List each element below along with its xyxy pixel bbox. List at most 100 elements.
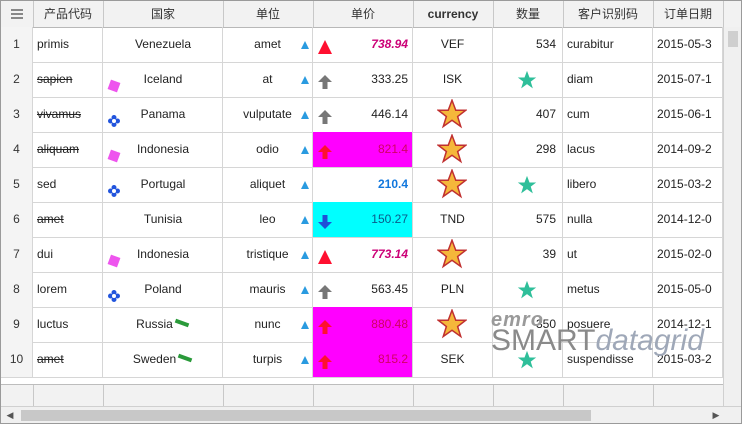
country-cell[interactable]: Sweden bbox=[103, 342, 223, 377]
order-date-cell[interactable]: 2014-12-0 bbox=[653, 202, 723, 237]
unit-price-cell[interactable]: 773.14 bbox=[313, 237, 413, 272]
order-date-cell[interactable]: 2015-02-0 bbox=[653, 237, 723, 272]
country-cell[interactable]: Russia bbox=[103, 307, 223, 342]
unit-cell[interactable]: leo bbox=[223, 202, 313, 237]
product-code-cell[interactable]: luctus bbox=[33, 307, 103, 342]
country-cell[interactable]: Tunisia bbox=[103, 202, 223, 237]
table-row[interactable]: 4 aliquam Indonesia odio 821.4 298 lacus 2014-0… bbox=[1, 132, 741, 168]
unit-cell[interactable]: aliquet bbox=[223, 167, 313, 202]
customer-id-cell[interactable]: suspendisse bbox=[563, 342, 653, 377]
order-date-cell[interactable]: 2015-05-3 bbox=[653, 27, 723, 62]
table-row[interactable]: 9 luctus Russia nunc 880.48 350 posuere 2014-12… bbox=[1, 307, 741, 343]
unit-price-cell[interactable]: 815.2 bbox=[313, 342, 413, 377]
unit-cell[interactable]: nunc bbox=[223, 307, 313, 342]
column-header-customer-id[interactable]: 客户识别码 bbox=[563, 1, 654, 27]
unit-price-cell[interactable]: 880.48 bbox=[313, 307, 413, 342]
country-cell[interactable]: Indonesia bbox=[103, 132, 223, 167]
currency-cell[interactable]: VEF bbox=[413, 27, 493, 62]
order-date-cell[interactable]: 2015-03-2 bbox=[653, 167, 723, 202]
unit-price-cell[interactable]: 821.4 bbox=[313, 132, 413, 167]
quantity-cell[interactable]: 39 bbox=[493, 237, 563, 272]
unit-cell[interactable]: mauris bbox=[223, 272, 313, 307]
unit-price-cell[interactable]: 446.14 bbox=[313, 97, 413, 132]
scroll-right-arrow-icon[interactable]: ▶ bbox=[711, 410, 721, 420]
column-header-unit[interactable]: 单位 bbox=[223, 1, 314, 27]
order-date-cell[interactable]: 2014-12-1 bbox=[653, 307, 723, 342]
unit-cell[interactable]: vulputate bbox=[223, 97, 313, 132]
currency-cell[interactable]: SEK bbox=[413, 342, 493, 377]
column-header-unit-price[interactable]: 单价 bbox=[313, 1, 414, 27]
quantity-cell[interactable] bbox=[493, 272, 563, 307]
quantity-cell[interactable]: 350 bbox=[493, 307, 563, 342]
vertical-scroll-thumb[interactable] bbox=[728, 31, 738, 47]
product-code-cell[interactable]: amet bbox=[33, 202, 103, 237]
quantity-cell[interactable]: 407 bbox=[493, 97, 563, 132]
currency-cell[interactable] bbox=[413, 237, 493, 272]
product-code-cell[interactable]: amet bbox=[33, 342, 103, 377]
unit-cell[interactable]: tristique bbox=[223, 237, 313, 272]
quantity-cell[interactable] bbox=[493, 167, 563, 202]
currency-cell[interactable] bbox=[413, 132, 493, 167]
customer-id-cell[interactable]: metus bbox=[563, 272, 653, 307]
order-date-cell[interactable]: 2015-05-0 bbox=[653, 272, 723, 307]
table-row[interactable]: 10 amet Sweden turpis 815.2 SEK suspendisse 201… bbox=[1, 342, 741, 378]
country-cell[interactable]: Indonesia bbox=[103, 237, 223, 272]
currency-cell[interactable]: PLN bbox=[413, 272, 493, 307]
customer-id-cell[interactable]: libero bbox=[563, 167, 653, 202]
vertical-scrollbar[interactable] bbox=[723, 27, 741, 407]
customer-id-cell[interactable]: curabitur bbox=[563, 27, 653, 62]
product-code-cell[interactable]: sapien bbox=[33, 62, 103, 97]
column-header-currency[interactable]: currency bbox=[413, 1, 494, 27]
menu-icon[interactable] bbox=[11, 9, 23, 19]
quantity-cell[interactable] bbox=[493, 62, 563, 97]
unit-cell[interactable]: odio bbox=[223, 132, 313, 167]
table-row[interactable]: 1 primis Venezuela amet 738.94 VEF 534 curabitu… bbox=[1, 27, 741, 63]
customer-id-cell[interactable]: cum bbox=[563, 97, 653, 132]
quantity-cell[interactable]: 575 bbox=[493, 202, 563, 237]
unit-cell[interactable]: at bbox=[223, 62, 313, 97]
product-code-cell[interactable]: dui bbox=[33, 237, 103, 272]
table-row[interactable]: 8 lorem Poland mauris 563.45 PLN metus 2015-05-… bbox=[1, 272, 741, 308]
unit-price-cell[interactable]: 738.94 bbox=[313, 27, 413, 62]
quantity-cell[interactable] bbox=[493, 342, 563, 377]
customer-id-cell[interactable]: nulla bbox=[563, 202, 653, 237]
currency-cell[interactable] bbox=[413, 167, 493, 202]
product-code-cell[interactable]: vivamus bbox=[33, 97, 103, 132]
column-header-order-date[interactable]: 订单日期 bbox=[653, 1, 724, 27]
product-code-cell[interactable]: aliquam bbox=[33, 132, 103, 167]
country-cell[interactable]: Portugal bbox=[103, 167, 223, 202]
country-cell[interactable]: Iceland bbox=[103, 62, 223, 97]
currency-cell[interactable]: ISK bbox=[413, 62, 493, 97]
country-cell[interactable]: Venezuela bbox=[103, 27, 223, 62]
order-date-cell[interactable]: 2014-09-2 bbox=[653, 132, 723, 167]
table-row[interactable]: 6 amet Tunisia leo 150.27 TND 575 nulla 2014-12-… bbox=[1, 202, 741, 238]
unit-cell[interactable]: amet bbox=[223, 27, 313, 62]
order-date-cell[interactable]: 2015-03-2 bbox=[653, 342, 723, 377]
table-row[interactable]: 2 sapien Iceland at 333.25 ISK diam 2015-07-1 bbox=[1, 62, 741, 98]
unit-cell[interactable]: turpis bbox=[223, 342, 313, 377]
column-header-country[interactable]: 国家 bbox=[103, 1, 224, 27]
unit-price-cell[interactable]: 333.25 bbox=[313, 62, 413, 97]
unit-price-cell[interactable]: 150.27 bbox=[313, 202, 413, 237]
customer-id-cell[interactable]: posuere bbox=[563, 307, 653, 342]
table-row[interactable]: 7 dui Indonesia tristique 773.14 39 ut 2015-02-… bbox=[1, 237, 741, 273]
currency-cell[interactable]: TND bbox=[413, 202, 493, 237]
quantity-cell[interactable]: 534 bbox=[493, 27, 563, 62]
table-row[interactable]: 3 vivamus Panama vulputate 446.14 407 cum 2015-… bbox=[1, 97, 741, 133]
customer-id-cell[interactable]: lacus bbox=[563, 132, 653, 167]
horizontal-scroll-thumb[interactable] bbox=[21, 410, 591, 421]
scroll-left-arrow-icon[interactable]: ◀ bbox=[5, 410, 15, 420]
country-cell[interactable]: Panama bbox=[103, 97, 223, 132]
table-row[interactable]: 5 sed Portugal aliquet 210.4 libero 2015-03-2 bbox=[1, 167, 741, 203]
product-code-cell[interactable]: sed bbox=[33, 167, 103, 202]
unit-price-cell[interactable]: 563.45 bbox=[313, 272, 413, 307]
currency-cell[interactable] bbox=[413, 97, 493, 132]
column-header-product-code[interactable]: 产品代码 bbox=[33, 1, 104, 27]
header-menu-button[interactable] bbox=[1, 1, 34, 27]
quantity-cell[interactable]: 298 bbox=[493, 132, 563, 167]
product-code-cell[interactable]: lorem bbox=[33, 272, 103, 307]
unit-price-cell[interactable]: 210.4 bbox=[313, 167, 413, 202]
order-date-cell[interactable]: 2015-07-1 bbox=[653, 62, 723, 97]
horizontal-scrollbar[interactable]: ◀ ▶ bbox=[1, 406, 741, 423]
column-header-quantity[interactable]: 数量 bbox=[493, 1, 564, 27]
